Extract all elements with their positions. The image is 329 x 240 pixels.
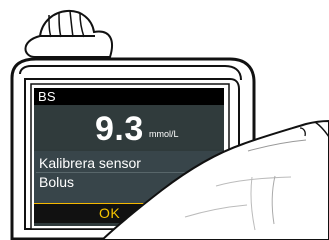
glucose-unit: mmol/L <box>149 129 179 139</box>
screen-title: BS <box>38 89 56 104</box>
screen-title-bar: BS <box>34 88 224 105</box>
ok-button[interactable]: OK <box>34 203 224 223</box>
ok-button-label: OK <box>99 205 121 221</box>
device-screen: BS 9.3 mmol/L Kalibrera sensor Bolus OK <box>34 88 224 226</box>
glucose-reading: 9.3 mmol/L <box>34 106 224 149</box>
menu-item-bolus[interactable]: Bolus <box>36 173 222 191</box>
menu-list: Kalibrera sensor Bolus <box>34 151 224 204</box>
menu-item-kalibrera-sensor[interactable]: Kalibrera sensor <box>36 154 222 172</box>
glucose-value: 9.3 <box>95 110 144 148</box>
device-clip-icon <box>24 9 113 58</box>
